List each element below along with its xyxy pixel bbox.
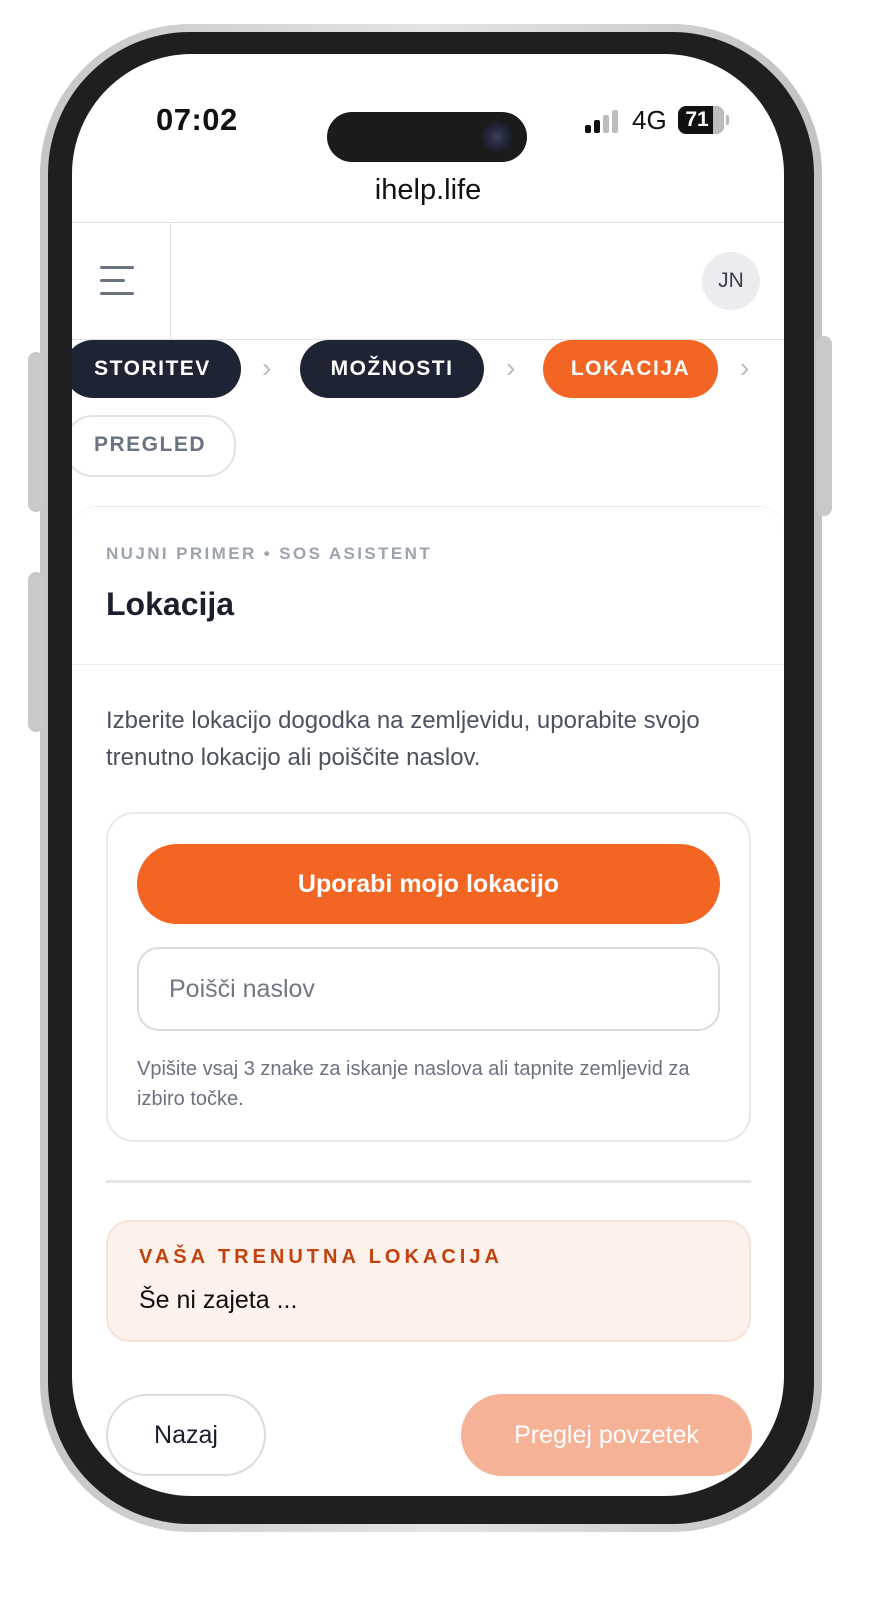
hamburger-menu-icon[interactable] [100, 266, 136, 296]
battery-tip [726, 115, 729, 125]
chevron-right-icon: › [262, 352, 272, 383]
dynamic-island [327, 112, 527, 162]
card-kicker: NUJNI PRIMER • SOS ASISTENT [106, 544, 433, 563]
step-moznosti[interactable]: MOŽNOSTI [300, 340, 484, 398]
header-divider-vertical [170, 223, 171, 339]
address-search-input[interactable] [137, 947, 720, 1031]
status-time: 07:02 [156, 102, 238, 137]
battery-level: 71 [685, 108, 709, 131]
avatar[interactable]: JN [702, 252, 760, 310]
phone-side-button-power [816, 336, 832, 516]
current-location-panel: VAŠA TRENUTNA LOKACIJA Še ni zajeta ... [106, 1220, 751, 1342]
chevron-right-icon: › [506, 352, 516, 383]
current-location-label: VAŠA TRENUTNA LOKACIJA [139, 1246, 503, 1268]
review-summary-button[interactable]: Preglej povzetek [461, 1394, 752, 1476]
battery-icon: 71 [678, 106, 724, 134]
browser-url[interactable]: ihelp.life [72, 174, 784, 207]
network-type-label: 4G [632, 105, 667, 135]
url-divider [72, 222, 784, 223]
step-pregled[interactable]: PREGLED [72, 415, 236, 477]
phone-screen: 07:02 4G 71 ihelp.life JN STORITEV › MOŽ… [72, 54, 784, 1496]
cellular-signal-icon [585, 109, 623, 133]
phone-side-button-volume [28, 572, 44, 732]
page-title: Lokacija [106, 586, 235, 622]
phone-side-button-mute [28, 352, 44, 512]
current-location-value: Še ni zajeta ... [139, 1286, 298, 1314]
intro-text: Izberite lokacijo dogodka na zemljevidu,… [106, 707, 700, 771]
step-storitev[interactable]: STORITEV [72, 340, 241, 398]
back-button[interactable]: Nazaj [106, 1394, 266, 1476]
section-divider [106, 1180, 751, 1183]
title-divider [72, 664, 784, 665]
use-my-location-button[interactable]: Uporabi mojo lokacijo [137, 844, 720, 924]
search-hint-text: Vpišite vsaj 3 znake za iskanje naslova … [137, 1058, 690, 1110]
step-lokacija[interactable]: LOKACIJA [543, 340, 718, 398]
chevron-right-icon: › [740, 352, 750, 383]
front-camera-icon [482, 122, 512, 152]
